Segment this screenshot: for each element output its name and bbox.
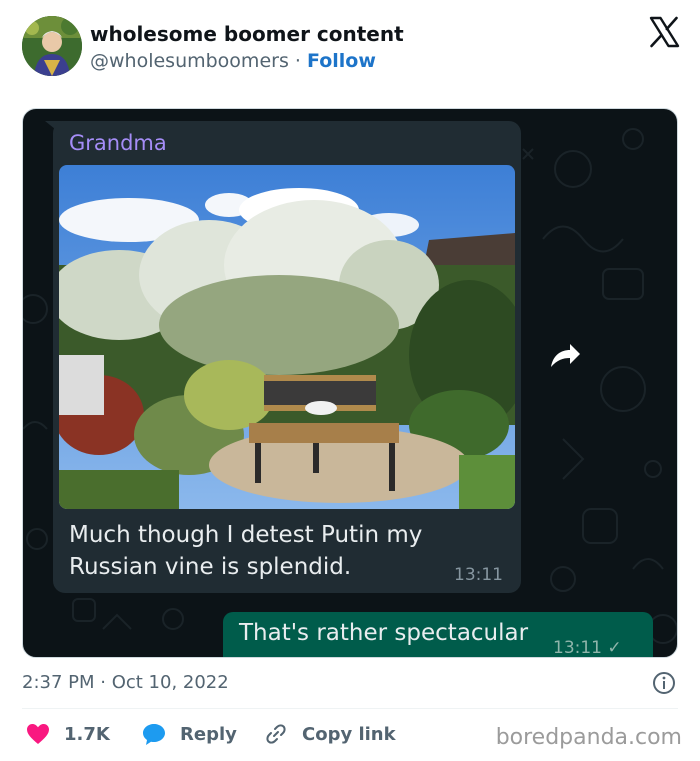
- tweet-header: wholesome boomer content @wholesumboomer…: [22, 16, 682, 80]
- incoming-message-time: 13:11: [454, 565, 503, 585]
- tweet-timestamp[interactable]: 2:37 PM · Oct 10, 2022: [22, 672, 229, 693]
- chat-screenshot: Grandma Much though I detest Putin my Ru…: [22, 108, 678, 658]
- info-icon[interactable]: [652, 671, 676, 695]
- heart-icon: [27, 724, 49, 744]
- separator-dot: ·: [294, 50, 301, 72]
- sender-name: Grandma: [69, 131, 167, 155]
- avatar[interactable]: [22, 16, 82, 76]
- reply-button[interactable]: Reply: [142, 720, 237, 748]
- divider: [22, 708, 678, 709]
- copy-link-button[interactable]: Copy link: [264, 720, 396, 748]
- follow-button[interactable]: Follow: [307, 50, 376, 72]
- like-count: 1.7K: [64, 723, 110, 745]
- delivered-check-icon: ✓: [607, 638, 622, 658]
- reply-label: Reply: [180, 723, 237, 745]
- handle-line: @wholesumboomers · Follow: [90, 50, 376, 72]
- x-logo-icon[interactable]: [648, 16, 680, 48]
- garden-photo[interactable]: [59, 165, 515, 509]
- incoming-message-bubble[interactable]: Grandma Much though I detest Putin my Ru…: [53, 121, 521, 593]
- reply-bubble-icon: [143, 724, 165, 745]
- display-name[interactable]: wholesome boomer content: [90, 22, 404, 46]
- forward-arrow-icon[interactable]: [543, 335, 585, 377]
- watermark: boredpanda.com: [495, 725, 682, 750]
- like-button[interactable]: 1.7K: [26, 720, 110, 748]
- outgoing-message-text: That's rather spectacular: [239, 620, 529, 646]
- outgoing-message-time: 13:11: [553, 638, 602, 658]
- link-icon: [266, 724, 286, 744]
- copy-link-label: Copy link: [302, 723, 396, 745]
- outgoing-message-bubble[interactable]: That's rather spectacular 13:11 ✓: [223, 612, 653, 658]
- user-handle[interactable]: @wholesumboomers: [90, 50, 289, 72]
- incoming-message-text: Much though I detest Putin my Russian vi…: [69, 522, 423, 580]
- outgoing-message-meta: 13:11 ✓: [553, 638, 622, 658]
